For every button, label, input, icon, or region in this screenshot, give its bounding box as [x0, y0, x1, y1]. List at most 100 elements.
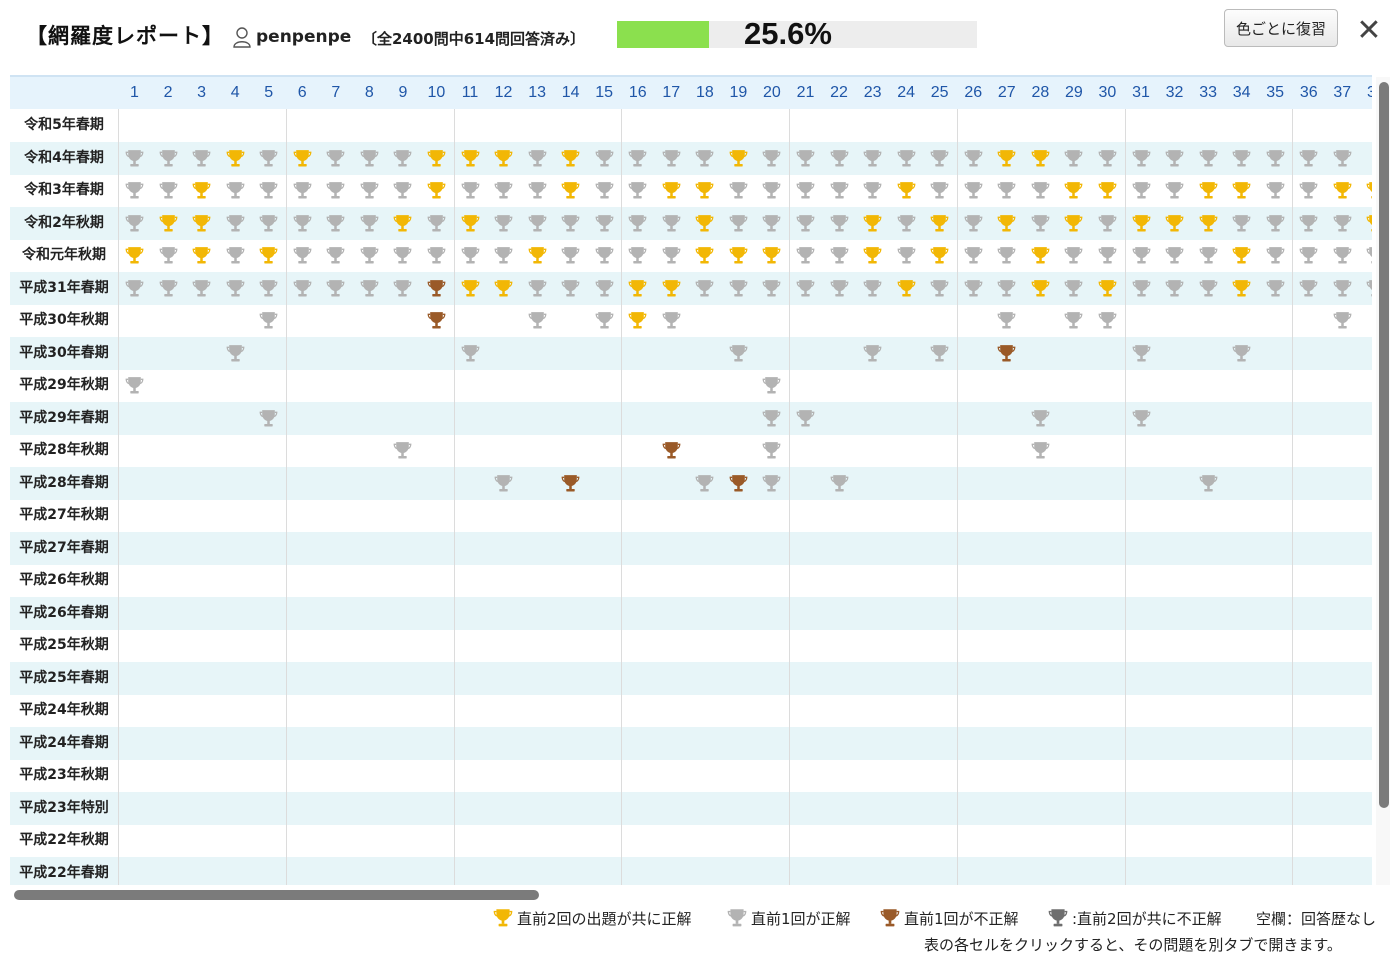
table-cell[interactable] — [152, 239, 185, 272]
table-cell[interactable] — [1326, 272, 1359, 305]
table-cell[interactable] — [789, 402, 822, 435]
table-cell[interactable] — [286, 272, 319, 305]
table-cell[interactable] — [1326, 174, 1359, 207]
table-cell[interactable] — [621, 142, 654, 175]
table-cell[interactable] — [722, 207, 755, 240]
table-cell[interactable] — [286, 174, 319, 207]
table-cell[interactable] — [386, 142, 419, 175]
table-cell[interactable] — [1125, 239, 1158, 272]
table-cell[interactable] — [621, 174, 654, 207]
table-cell[interactable] — [1091, 239, 1124, 272]
table-cell[interactable] — [990, 142, 1023, 175]
table-cell[interactable] — [353, 142, 386, 175]
table-cell[interactable] — [588, 174, 621, 207]
table-cell[interactable] — [1326, 142, 1359, 175]
table-cell[interactable] — [1158, 142, 1191, 175]
table-cell[interactable] — [1259, 174, 1292, 207]
table-cell[interactable] — [890, 142, 923, 175]
table-cell[interactable] — [1359, 239, 1372, 272]
table-cell[interactable] — [1259, 272, 1292, 305]
table-cell[interactable] — [655, 207, 688, 240]
table-cell[interactable] — [588, 207, 621, 240]
table-cell[interactable] — [1192, 239, 1225, 272]
table-cell[interactable] — [1225, 142, 1258, 175]
table-cell[interactable] — [990, 337, 1023, 370]
table-cell[interactable] — [789, 207, 822, 240]
table-cell[interactable] — [554, 467, 587, 500]
table-cell[interactable] — [554, 272, 587, 305]
table-cell[interactable] — [1057, 174, 1090, 207]
table-cell[interactable] — [588, 272, 621, 305]
table-cell[interactable] — [319, 207, 352, 240]
table-cell[interactable] — [454, 272, 487, 305]
table-cell[interactable] — [554, 239, 587, 272]
table-cell[interactable] — [521, 174, 554, 207]
table-cell[interactable] — [722, 337, 755, 370]
table-cell[interactable] — [420, 239, 453, 272]
table-cell[interactable] — [1326, 207, 1359, 240]
table-cell[interactable] — [957, 239, 990, 272]
table-cell[interactable] — [152, 142, 185, 175]
table-cell[interactable] — [252, 239, 285, 272]
table-cell[interactable] — [1057, 304, 1090, 337]
table-cell[interactable] — [1192, 174, 1225, 207]
table-cell[interactable] — [420, 304, 453, 337]
table-cell[interactable] — [319, 174, 352, 207]
table-cell[interactable] — [286, 239, 319, 272]
table-cell[interactable] — [588, 239, 621, 272]
table-cell[interactable] — [957, 272, 990, 305]
table-cell[interactable] — [621, 207, 654, 240]
table-cell[interactable] — [454, 142, 487, 175]
table-cell[interactable] — [722, 239, 755, 272]
table-cell[interactable] — [386, 174, 419, 207]
table-cell[interactable] — [755, 434, 788, 467]
table-cell[interactable] — [252, 174, 285, 207]
table-cell[interactable] — [923, 337, 956, 370]
table-cell[interactable] — [1057, 239, 1090, 272]
table-cell[interactable] — [621, 272, 654, 305]
table-cell[interactable] — [1292, 142, 1325, 175]
table-cell[interactable] — [755, 467, 788, 500]
table-cell[interactable] — [823, 239, 856, 272]
table-cell[interactable] — [152, 174, 185, 207]
table-cell[interactable] — [185, 272, 218, 305]
table-cell[interactable] — [185, 239, 218, 272]
table-cell[interactable] — [353, 272, 386, 305]
table-cell[interactable] — [487, 174, 520, 207]
review-by-color-button[interactable]: 色ごとに復習 — [1224, 9, 1338, 47]
table-cell[interactable] — [1024, 434, 1057, 467]
table-cell[interactable] — [1091, 304, 1124, 337]
table-cell[interactable] — [1091, 174, 1124, 207]
table-cell[interactable] — [554, 174, 587, 207]
table-cell[interactable] — [118, 369, 151, 402]
table-cell[interactable] — [386, 272, 419, 305]
table-cell[interactable] — [655, 142, 688, 175]
table-cell[interactable] — [487, 239, 520, 272]
table-cell[interactable] — [487, 272, 520, 305]
table-cell[interactable] — [823, 142, 856, 175]
table-cell[interactable] — [923, 272, 956, 305]
table-cell[interactable] — [521, 304, 554, 337]
table-cell[interactable] — [1091, 272, 1124, 305]
table-cell[interactable] — [990, 272, 1023, 305]
table-cell[interactable] — [588, 304, 621, 337]
table-cell[interactable] — [554, 207, 587, 240]
table-cell[interactable] — [353, 207, 386, 240]
table-cell[interactable] — [621, 239, 654, 272]
table-cell[interactable] — [554, 142, 587, 175]
table-cell[interactable] — [1292, 239, 1325, 272]
table-cell[interactable] — [454, 207, 487, 240]
table-cell[interactable] — [688, 142, 721, 175]
table-cell[interactable] — [856, 272, 889, 305]
table-cell[interactable] — [152, 272, 185, 305]
table-cell[interactable] — [957, 174, 990, 207]
table-cell[interactable] — [1057, 207, 1090, 240]
table-cell[interactable] — [1158, 239, 1191, 272]
table-cell[interactable] — [152, 207, 185, 240]
table-cell[interactable] — [856, 142, 889, 175]
table-cell[interactable] — [386, 434, 419, 467]
table-cell[interactable] — [118, 174, 151, 207]
table-cell[interactable] — [1024, 239, 1057, 272]
table-cell[interactable] — [823, 467, 856, 500]
table-cell[interactable] — [1225, 239, 1258, 272]
